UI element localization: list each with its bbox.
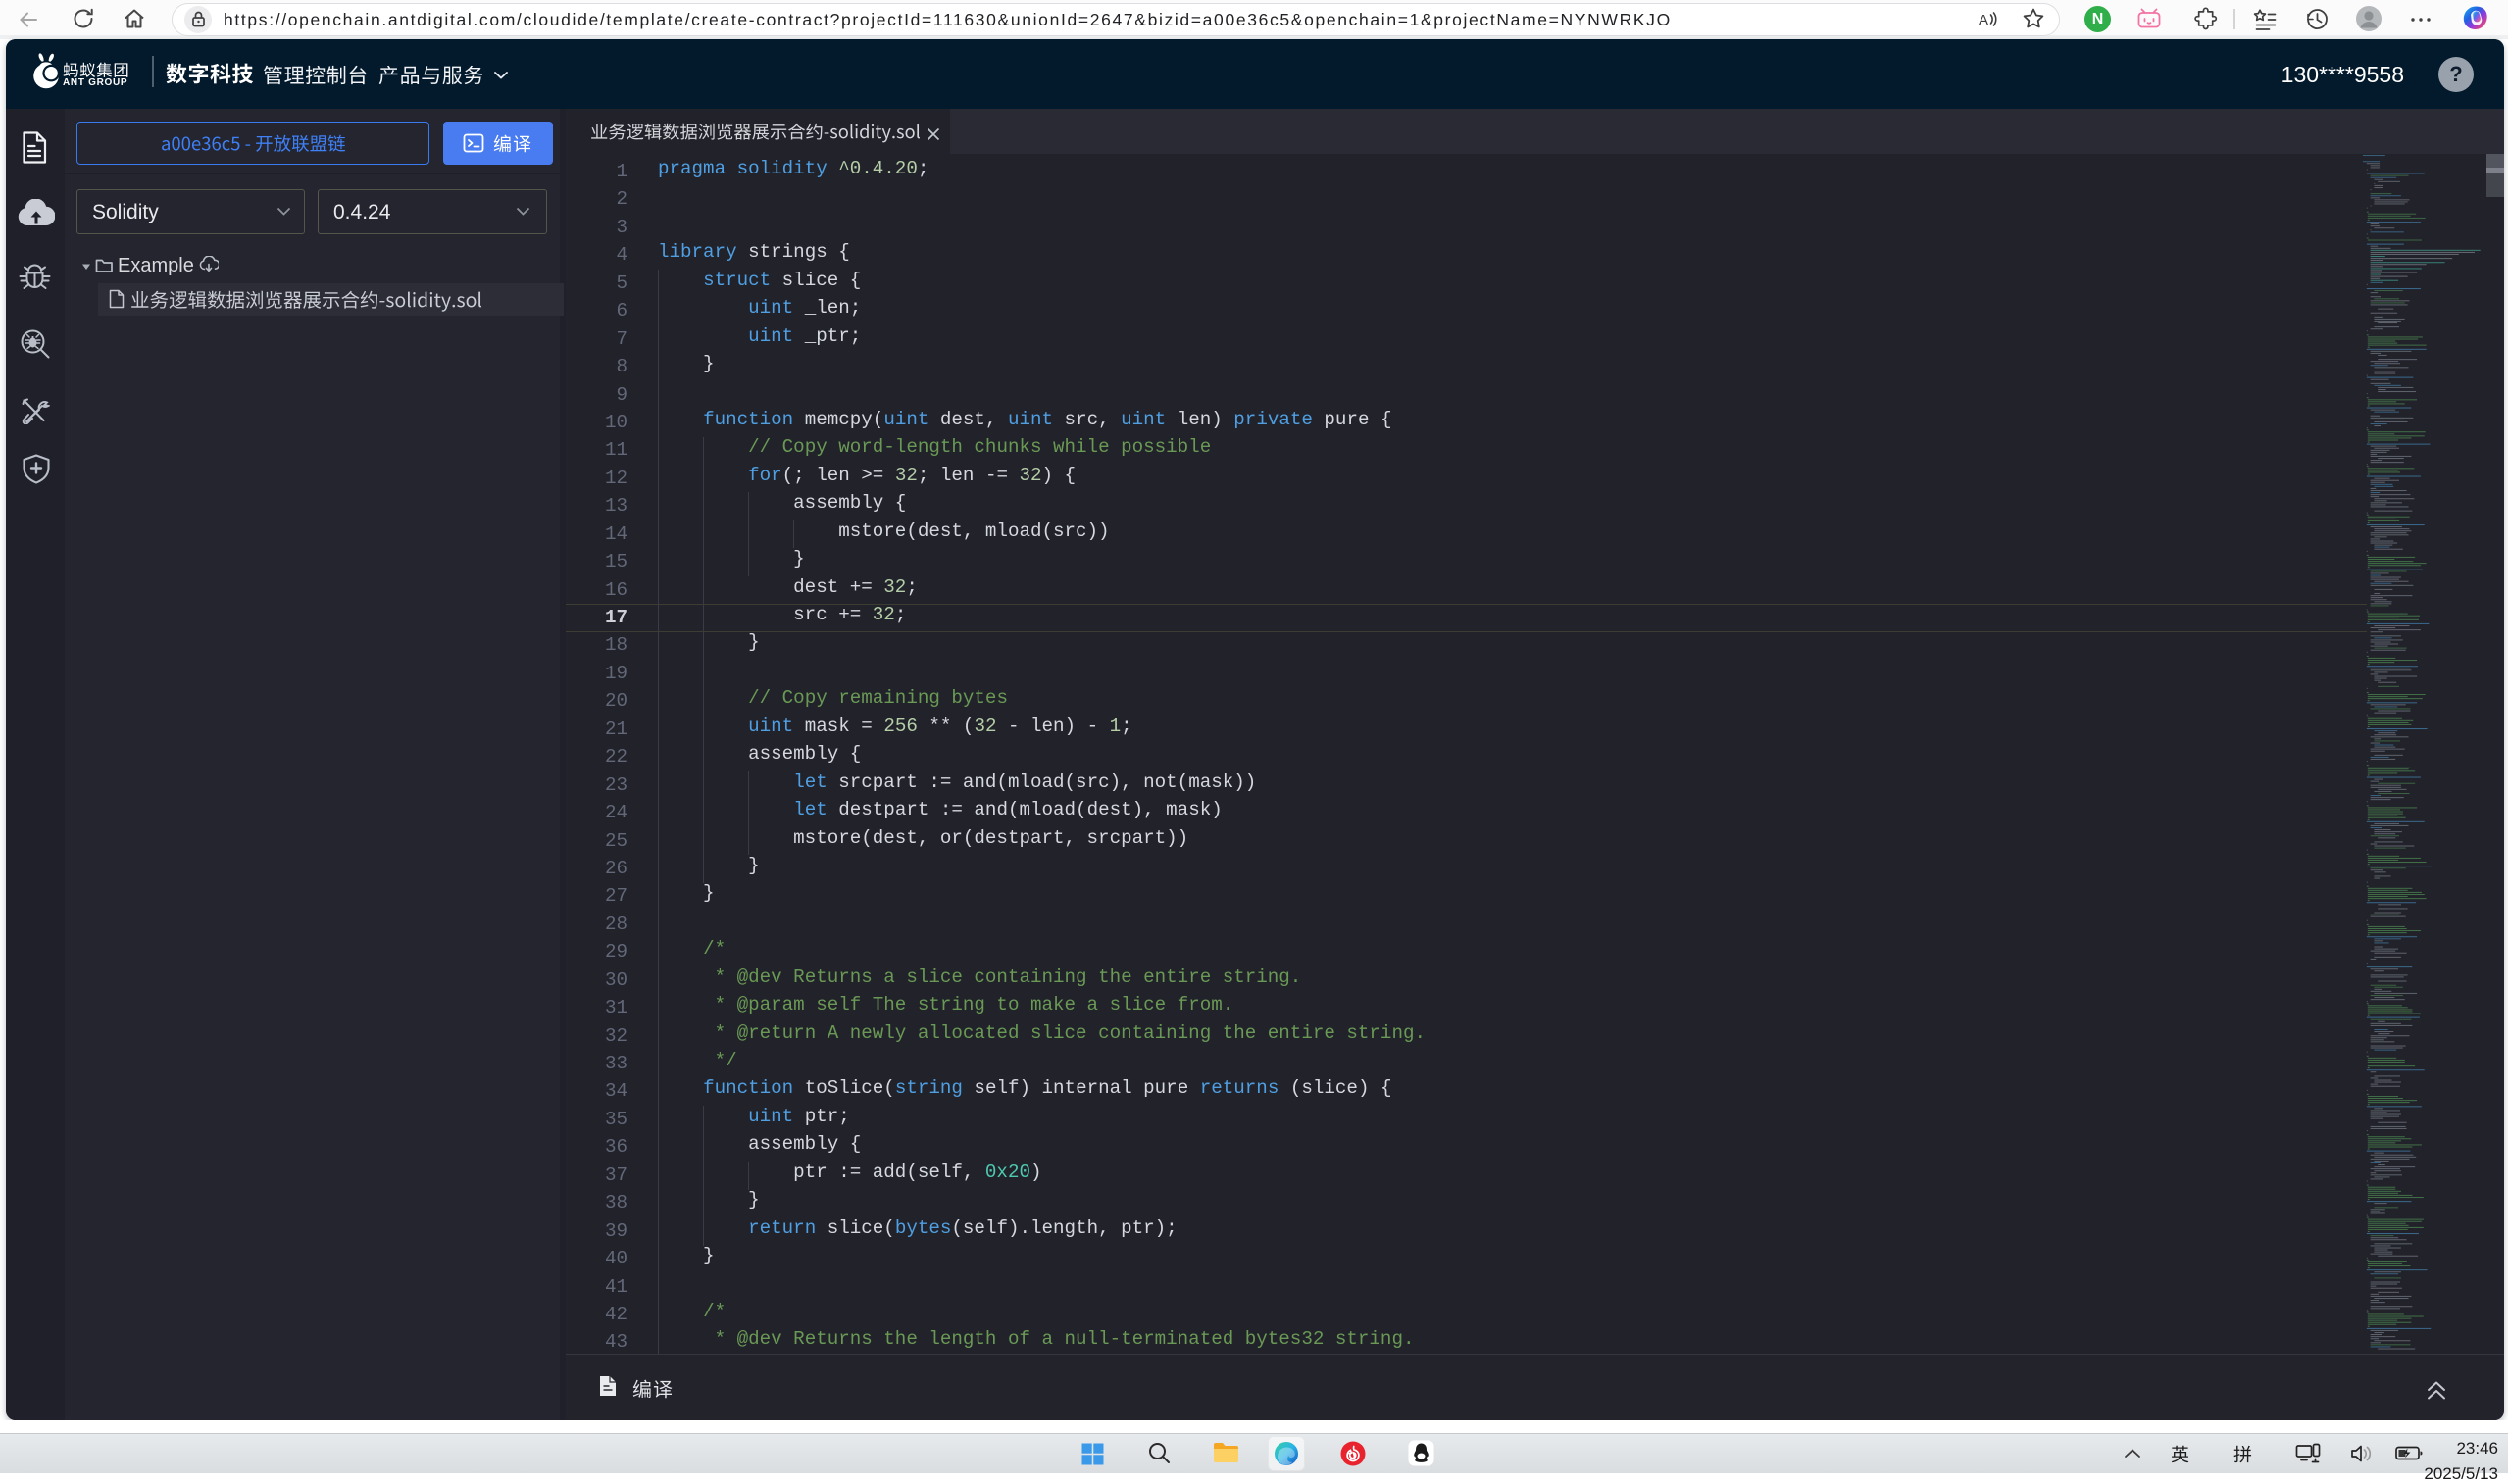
svg-text:A: A bbox=[1979, 12, 1988, 28]
